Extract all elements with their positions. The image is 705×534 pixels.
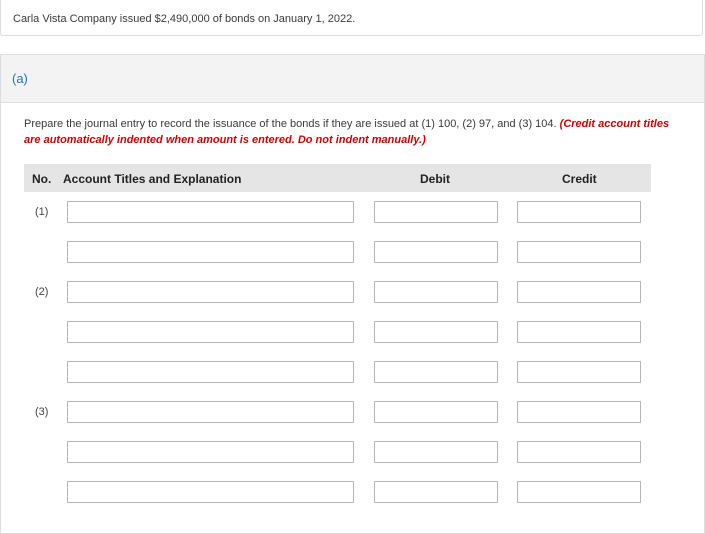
- account-title-input[interactable]: [67, 481, 354, 503]
- journal-table-header: No. Account Titles and Explanation Debit…: [24, 164, 651, 192]
- account-title-input[interactable]: [67, 321, 354, 343]
- account-title-input[interactable]: [67, 241, 354, 263]
- problem-statement: Carla Vista Company issued $2,490,000 of…: [13, 13, 356, 25]
- problem-intro: Carla Vista Company issued $2,490,000 of…: [0, 0, 703, 36]
- account-title-input[interactable]: [67, 281, 354, 303]
- credit-amount-input[interactable]: [517, 241, 641, 263]
- credit-amount-input[interactable]: [517, 401, 641, 423]
- part-a-header: (a): [1, 55, 704, 103]
- debit-amount-input[interactable]: [374, 281, 498, 303]
- account-title-input[interactable]: [67, 401, 354, 423]
- header-debit: Debit: [420, 172, 450, 186]
- instructions: Prepare the journal entry to record the …: [24, 117, 674, 148]
- part-label: (a): [12, 71, 28, 86]
- credit-amount-input[interactable]: [517, 361, 641, 383]
- header-account-titles: Account Titles and Explanation: [63, 172, 242, 186]
- header-no: No.: [32, 172, 52, 186]
- debit-amount-input[interactable]: [374, 401, 498, 423]
- entry-number: (1): [35, 206, 49, 218]
- debit-amount-input[interactable]: [374, 201, 498, 223]
- debit-amount-input[interactable]: [374, 321, 498, 343]
- debit-amount-input[interactable]: [374, 441, 498, 463]
- instructions-text: Prepare the journal entry to record the …: [24, 118, 557, 130]
- account-title-input[interactable]: [67, 201, 354, 223]
- debit-amount-input[interactable]: [374, 481, 498, 503]
- debit-amount-input[interactable]: [374, 241, 498, 263]
- entry-number: (3): [35, 406, 49, 418]
- credit-amount-input[interactable]: [517, 321, 641, 343]
- account-title-input[interactable]: [67, 441, 354, 463]
- account-title-input[interactable]: [67, 361, 354, 383]
- credit-amount-input[interactable]: [517, 441, 641, 463]
- header-credit: Credit: [562, 172, 597, 186]
- credit-amount-input[interactable]: [517, 481, 641, 503]
- entry-number: (2): [35, 286, 49, 298]
- debit-amount-input[interactable]: [374, 361, 498, 383]
- credit-amount-input[interactable]: [517, 281, 641, 303]
- credit-amount-input[interactable]: [517, 201, 641, 223]
